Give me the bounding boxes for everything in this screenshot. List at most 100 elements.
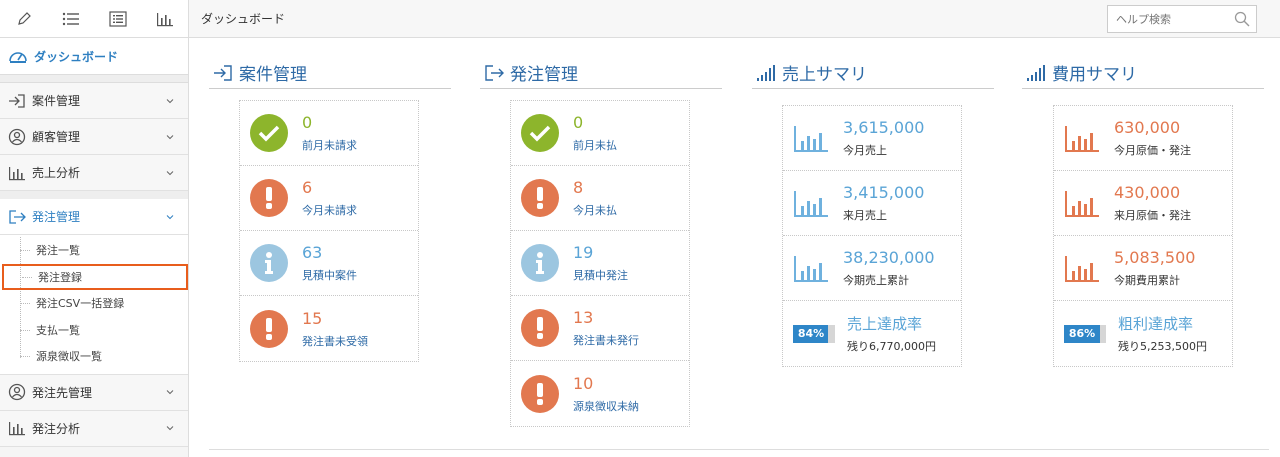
sidebar-subitem[interactable]: 源泉徴収一覧: [0, 343, 188, 370]
sidebar-item-label: 発注先管理: [32, 385, 93, 400]
section-hatchu: 発注管理: [480, 57, 722, 89]
stat-label[interactable]: 源泉徴収未納: [573, 398, 639, 414]
pencil-icon[interactable]: [0, 0, 47, 38]
sidebar-subitem[interactable]: 発注一覧: [0, 237, 188, 264]
hatchu-panel: 0 前月未払 8 今月未払 19 見積中発注 13 発注書未発行 10 源泉徴収未納: [510, 100, 690, 427]
stat-label[interactable]: 見積中案件: [302, 267, 357, 283]
stat-value: 0: [573, 113, 584, 132]
sidebar-subitem[interactable]: 支払一覧: [0, 317, 188, 344]
summary-value[interactable]: 38,230,000: [843, 248, 935, 268]
section-title: 費用サマリ: [1052, 65, 1137, 85]
bar-chart-icon: [9, 422, 25, 436]
sidebar-item-label: 発注管理: [32, 210, 81, 224]
summary-row[interactable]: 5,083,500 今期費用累計: [1054, 236, 1232, 301]
sidebar-subitem[interactable]: 発注CSV一括登録: [0, 290, 188, 317]
summary-label: 来月原価・発注: [1114, 209, 1191, 222]
stat-row[interactable]: 63 見積中案件: [240, 231, 418, 296]
stat-value: 15: [302, 308, 323, 328]
bar-chart-icon: [1065, 256, 1099, 282]
sidebar-item-hatchusaki[interactable]: 発注先管理: [0, 374, 188, 411]
stat-value: 19: [573, 243, 594, 262]
stat-label[interactable]: 今月未払: [573, 202, 617, 218]
summary-row[interactable]: 630,000 今月原価・発注: [1054, 106, 1232, 171]
hiyou-panel: 630,000 今月原価・発注 430,000 来月原価・発注 5,083,500 今…: [1053, 105, 1233, 367]
detail-list-icon[interactable]: [94, 0, 141, 38]
stat-row[interactable]: 15 発注書未受領: [240, 296, 418, 361]
help-search: [1107, 5, 1257, 33]
stat-label[interactable]: 発注書未受領: [302, 333, 368, 349]
stat-value: 10: [573, 373, 594, 393]
uriage-panel: 3,615,000 今月売上 3,415,000 来月売上 38,230,000 今期…: [782, 105, 962, 367]
summary-row[interactable]: 3,615,000 今月売上: [783, 106, 961, 171]
sidebar-item-anken[interactable]: 案件管理: [0, 83, 188, 119]
chevron-down-icon: [166, 390, 174, 395]
stat-label[interactable]: 見積中発注: [573, 267, 628, 283]
summary-row[interactable]: 38,230,000 今期売上累計: [783, 236, 961, 301]
sidebar-item-label: 顧客管理: [32, 130, 81, 144]
stat-label[interactable]: 前月未払: [573, 137, 617, 153]
rate-row[interactable]: 86% 粗利達成率 残り5,253,500円: [1054, 301, 1232, 366]
summary-value[interactable]: 430,000: [1114, 183, 1191, 203]
stat-row[interactable]: 10 源泉徴収未納: [511, 361, 689, 426]
anken-panel: 0 前月未請求 6 今月未請求 63 見積中案件 15 発注書未受領: [239, 100, 419, 362]
section-header: 費用サマリ: [1022, 57, 1264, 89]
summary-row[interactable]: 430,000 来月原価・発注: [1054, 171, 1232, 236]
sidebar-item-uriage[interactable]: 売上分析: [0, 155, 188, 191]
summary-label: 来月売上: [843, 209, 887, 222]
summary-label: 今月原価・発注: [1114, 144, 1191, 157]
stat-row[interactable]: 6 今月未請求: [240, 166, 418, 231]
section-header: 売上サマリ: [752, 57, 994, 89]
bar-chart-icon[interactable]: [141, 0, 188, 38]
section-title: 売上サマリ: [782, 65, 867, 85]
achievement-progress-bar: 86%: [1064, 324, 1106, 343]
sidebar-dashboard-link[interactable]: ダッシュボード: [0, 38, 188, 75]
stat-value: 6: [302, 178, 313, 197]
chevron-down-icon: [166, 426, 174, 431]
summary-value[interactable]: 630,000: [1114, 118, 1191, 138]
sidebar-item-hatchu-bunseki[interactable]: 発注分析: [0, 410, 188, 447]
stat-row[interactable]: 0 前月未請求: [240, 101, 418, 166]
bar-chart-icon: [9, 166, 25, 180]
stat-label[interactable]: 発注書未発行: [573, 332, 639, 348]
stat-value: 13: [573, 308, 594, 327]
achievement-percent: 84%: [797, 326, 825, 340]
sidebar-item-label: 発注分析: [32, 421, 81, 436]
content-divider: [209, 449, 1269, 450]
dashboard-main: 案件管理 0 前月未請求 6 今月未請求 63 見積中案件 15 発注書未受領 発注管理: [189, 39, 1280, 457]
summary-value[interactable]: 3,415,000: [843, 183, 924, 203]
summary-value[interactable]: 3,615,000: [843, 118, 924, 138]
chevron-down-icon: [166, 170, 174, 175]
summary-value[interactable]: 5,083,500: [1114, 248, 1195, 268]
search-icon[interactable]: [1234, 11, 1250, 27]
sidebar-item-label: 売上分析: [32, 166, 81, 180]
sidebar-item-hatchu[interactable]: 発注管理: [0, 199, 188, 235]
sign-out-icon: [485, 64, 504, 81]
rate-title[interactable]: 粗利達成率: [1118, 313, 1207, 334]
check-icon: [250, 114, 288, 152]
help-search-input[interactable]: [1108, 6, 1226, 32]
section-header: 案件管理: [209, 57, 451, 89]
section-anken: 案件管理: [209, 57, 451, 89]
sidebar-item-kokyaku[interactable]: 顧客管理: [0, 119, 188, 155]
exclamation-icon: [250, 179, 288, 217]
rate-remaining: 残り6,770,000円: [847, 340, 936, 353]
bar-chart-icon: [1065, 191, 1099, 217]
list-icon[interactable]: [47, 0, 94, 38]
stat-value: 0: [302, 113, 313, 132]
user-circle-icon: [8, 128, 26, 145]
rate-row[interactable]: 84% 売上達成率残り6,770,000円: [783, 301, 961, 366]
stat-row[interactable]: 13 発注書未発行: [511, 296, 689, 361]
stat-row[interactable]: 0 前月未払: [511, 101, 689, 166]
sidebar-item-label: 案件管理: [32, 94, 81, 108]
info-icon: [250, 244, 288, 282]
stat-label[interactable]: 今月未請求: [302, 202, 357, 218]
sidebar-subitem-highlighted[interactable]: 発注登録: [2, 263, 188, 290]
stat-row[interactable]: 19 見積中発注: [511, 231, 689, 296]
sidebar-divider: [0, 75, 188, 83]
exclamation-icon: [521, 179, 559, 217]
stat-label[interactable]: 前月未請求: [302, 137, 357, 153]
summary-row[interactable]: 3,415,000 来月売上: [783, 171, 961, 236]
exclamation-icon: [521, 309, 559, 347]
stat-row[interactable]: 8 今月未払: [511, 166, 689, 231]
rate-title[interactable]: 売上達成率: [847, 313, 936, 334]
